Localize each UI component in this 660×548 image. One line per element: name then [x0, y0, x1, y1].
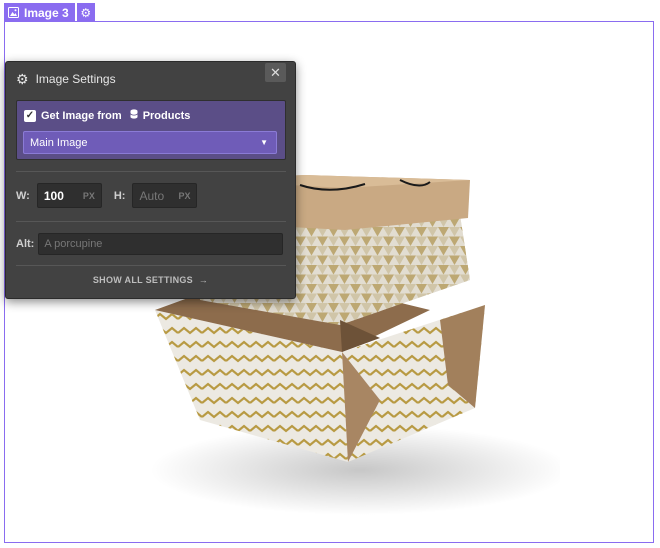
alt-row: Alt: A porcupine — [16, 233, 284, 255]
width-label: W: — [16, 189, 30, 202]
collection-name[interactable]: Products — [143, 110, 191, 122]
field-select-value: Main Image — [30, 136, 88, 149]
alt-placeholder: A porcupine — [44, 238, 103, 250]
panel-title: Image Settings — [35, 72, 116, 86]
divider — [16, 171, 286, 172]
height-label: H: — [113, 189, 126, 202]
element-tag-text: Image 3 — [24, 5, 69, 20]
element-tag[interactable]: Image 3 ⚙ — [4, 3, 95, 22]
gear-icon: ⚙ — [16, 70, 29, 87]
alt-label: Alt: — [16, 238, 35, 250]
height-unit: PX — [178, 190, 191, 201]
panel-header: ⚙ Image Settings — [6, 62, 295, 96]
divider — [16, 265, 286, 266]
width-unit: PX — [82, 190, 95, 201]
height-placeholder: Auto — [139, 188, 165, 203]
show-all-label: SHOW ALL SETTINGS — [92, 275, 193, 285]
divider — [16, 221, 286, 222]
width-input[interactable]: 100 PX — [36, 183, 102, 208]
get-image-row: ✓ Get Image from Products — [24, 109, 190, 122]
canvas: Image 3 ⚙ ⚙ Image Settings ✕ ✓ Get Image… — [0, 0, 660, 548]
alt-input[interactable]: A porcupine — [38, 233, 284, 255]
close-icon: ✕ — [270, 64, 281, 80]
get-image-label: Get Image from — [41, 109, 122, 122]
close-button[interactable]: ✕ — [265, 63, 286, 82]
chevron-down-icon: ▼ — [260, 138, 268, 147]
field-select[interactable]: Main Image ▼ — [23, 131, 277, 154]
height-input[interactable]: Auto PX — [132, 183, 198, 208]
database-icon — [129, 109, 138, 122]
element-settings-button[interactable]: ⚙ — [76, 3, 95, 22]
dimensions-row: W: 100 PX H: Auto PX — [16, 183, 198, 208]
width-value: 100 — [43, 188, 64, 203]
show-all-settings-link[interactable]: SHOW ALL SETTINGS → — [6, 275, 295, 285]
dynamic-image-binding: ✓ Get Image from Products Main Image ▼ — [16, 100, 286, 160]
get-image-checkbox[interactable]: ✓ — [24, 109, 36, 122]
element-tag-label[interactable]: Image 3 — [4, 3, 75, 22]
gear-icon: ⚙ — [80, 5, 92, 20]
arrow-right-icon: → — [198, 275, 209, 285]
image-settings-panel: ⚙ Image Settings ✕ ✓ Get Image from Prod… — [5, 61, 296, 299]
image-icon — [8, 7, 19, 18]
